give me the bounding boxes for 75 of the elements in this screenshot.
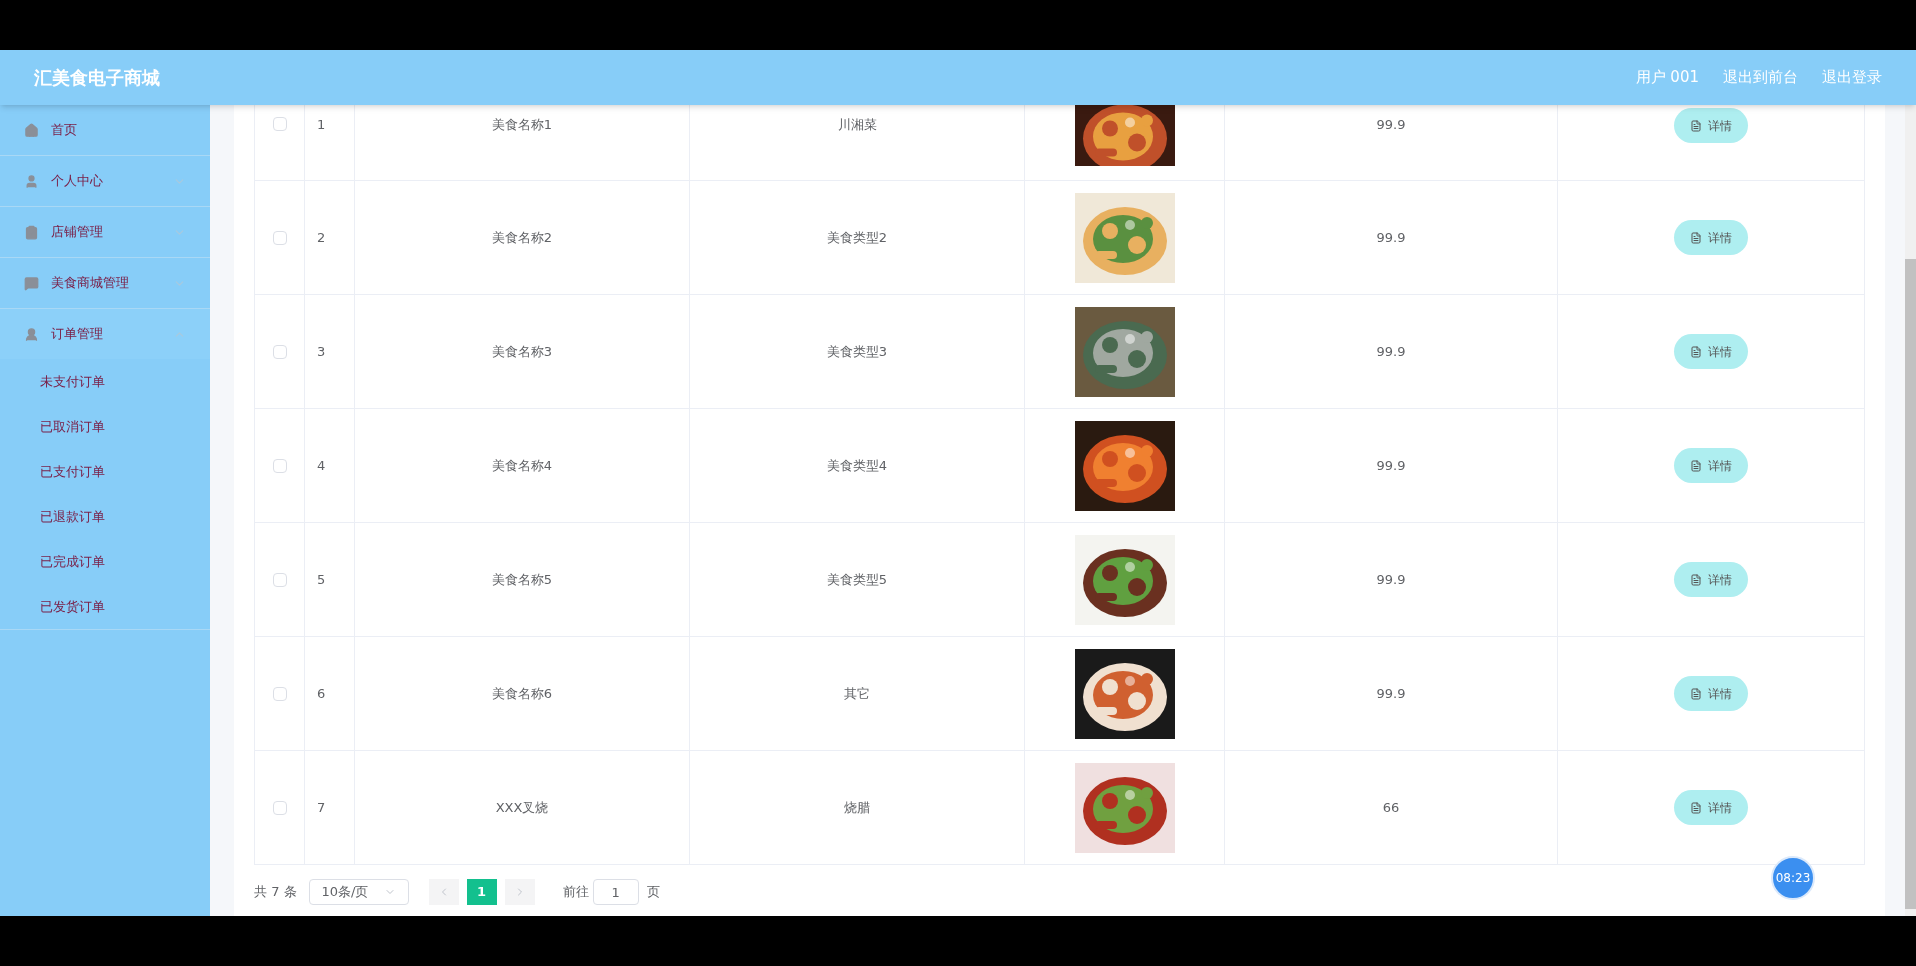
menu-icon (24, 224, 39, 240)
menu-icon (24, 122, 39, 138)
submenu-item[interactable]: 已发货订单 (0, 584, 210, 629)
submenu-item[interactable]: 未支付订单 (0, 359, 210, 404)
document-icon (1690, 345, 1702, 358)
goto-page-field[interactable]: 1 (592, 879, 639, 905)
detail-button[interactable]: 详情 (1674, 220, 1748, 255)
document-icon (1690, 687, 1702, 700)
scrollbar-thumb[interactable] (1905, 259, 1916, 909)
row-index: 1 (317, 116, 326, 134)
clock-badge: 08:23 (1771, 856, 1815, 900)
menu-icon (24, 275, 39, 291)
document-icon (1690, 459, 1702, 472)
sidebar-item[interactable]: 个人中心 (0, 156, 210, 206)
price: 99.9 (1376, 456, 1406, 475)
food-type: 美食类型2 (826, 228, 888, 247)
row-checkbox[interactable] (272, 800, 287, 815)
row-checkbox[interactable] (272, 344, 287, 359)
sidebar-item[interactable]: 订单管理 (0, 309, 210, 359)
document-icon (1690, 801, 1702, 814)
food-name: 美食名称3 (491, 342, 553, 361)
food-type: 美食类型5 (826, 570, 888, 589)
detail-button[interactable]: 详情 (1674, 448, 1748, 483)
menu-icon (24, 173, 39, 189)
submenu-item[interactable]: 已退款订单 (0, 494, 210, 539)
food-name: 美食名称1 (491, 116, 553, 134)
detail-button[interactable]: 详情 (1674, 562, 1748, 597)
submenu-item[interactable]: 已完成订单 (0, 539, 210, 584)
food-type: 美食类型3 (826, 342, 888, 361)
submenu-item[interactable]: 已支付订单 (0, 449, 210, 494)
document-icon (1690, 231, 1702, 244)
row-checkbox[interactable] (272, 458, 287, 473)
next-page-button[interactable] (504, 879, 535, 905)
page-size-select[interactable]: 10条/页 (308, 879, 409, 905)
food-type: 川湘菜 (837, 116, 877, 134)
food-type: 烧腊 (844, 798, 870, 817)
row-index: 5 (317, 570, 326, 589)
sidebar-item[interactable]: 首页 (0, 105, 210, 155)
row-index: 3 (317, 342, 326, 361)
detail-button[interactable]: 详情 (1674, 790, 1748, 825)
price: 99.9 (1376, 684, 1406, 703)
total-count: 共 7 条 (254, 883, 297, 902)
food-name: XXX叉烧 (495, 798, 549, 817)
row-index: 6 (317, 684, 326, 703)
food-type: 美食类型4 (826, 456, 888, 475)
food-type: 其它 (844, 684, 870, 703)
row-checkbox[interactable] (272, 117, 287, 131)
document-icon (1690, 119, 1702, 132)
row-index: 7 (317, 798, 326, 817)
food-name: 美食名称5 (491, 570, 553, 589)
row-checkbox[interactable] (272, 686, 287, 701)
price: 99.9 (1376, 228, 1406, 247)
row-checkbox[interactable] (272, 572, 287, 587)
detail-button[interactable]: 详情 (1674, 108, 1748, 143)
document-icon (1690, 573, 1702, 586)
menu-icon (24, 326, 39, 342)
price: 99.9 (1376, 116, 1406, 134)
price: 99.9 (1376, 342, 1406, 361)
row-index: 4 (317, 456, 326, 475)
goto-suffix: 页 (646, 883, 660, 902)
app-title: 汇美食电子商城 (34, 66, 160, 90)
prev-page-button[interactable] (428, 879, 459, 905)
sidebar-item[interactable]: 美食商城管理 (0, 258, 210, 308)
detail-button[interactable]: 详情 (1674, 676, 1748, 711)
sidebar-item[interactable]: 店铺管理 (0, 207, 210, 257)
food-name: 美食名称6 (491, 684, 553, 703)
detail-button[interactable]: 详情 (1674, 334, 1748, 369)
price: 99.9 (1376, 570, 1406, 589)
goto-label: 前往 (562, 883, 589, 902)
submenu-item[interactable]: 已取消订单 (0, 404, 210, 449)
row-checkbox[interactable] (272, 230, 287, 245)
food-name: 美食名称2 (491, 228, 553, 247)
price: 66 (1382, 798, 1400, 817)
food-name: 美食名称4 (491, 456, 553, 475)
row-index: 2 (317, 228, 326, 247)
